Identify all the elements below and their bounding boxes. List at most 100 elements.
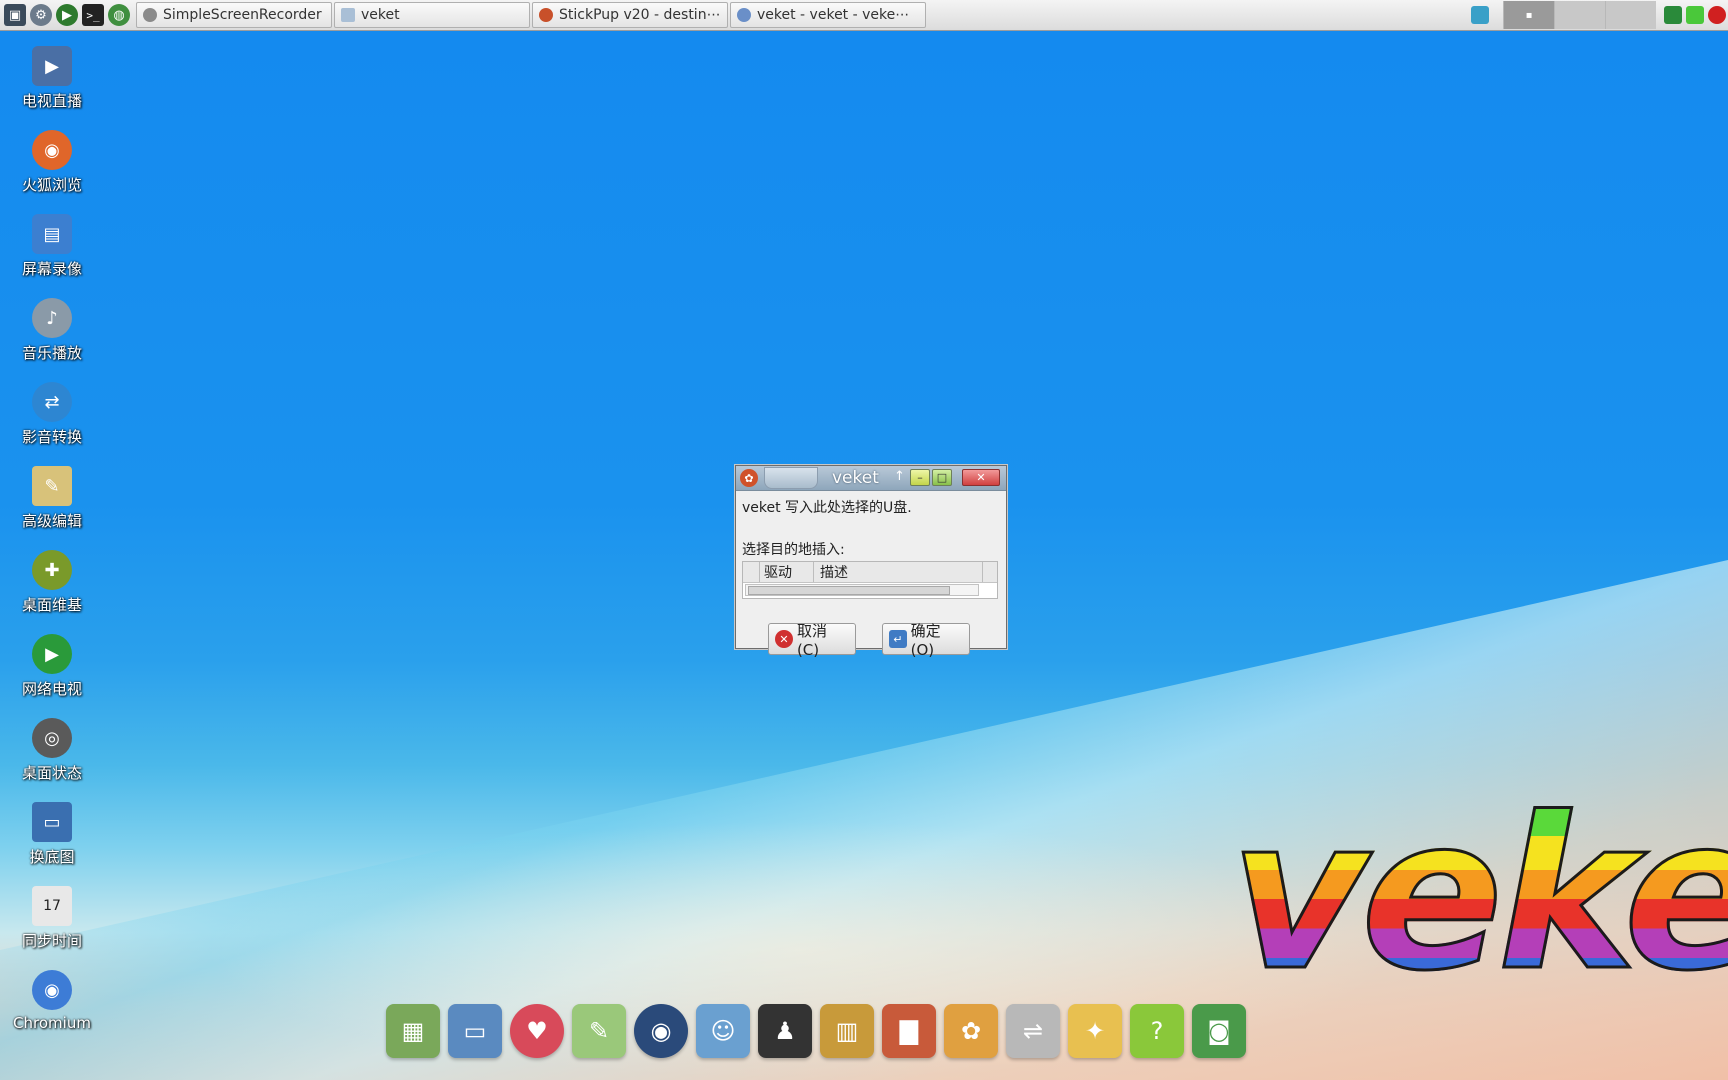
desktop-icon-sync-time[interactable]: 17 同步时间	[0, 886, 104, 970]
desktop-icon-label: 桌面维基	[21, 596, 82, 614]
task-label: veket	[361, 7, 400, 23]
horizontal-scrollbar[interactable]	[745, 584, 979, 596]
veket-logo: veke	[1229, 788, 1728, 1001]
task-veket-folder[interactable]: veket	[334, 2, 530, 28]
play-icon: ▶	[32, 634, 72, 674]
system-tray: ▪	[1469, 0, 1728, 30]
cancel-icon: ✕	[775, 630, 793, 648]
desktop-icon-label: 火狐浏览	[21, 176, 82, 194]
desktop-icon-label: Chromium	[13, 1014, 91, 1032]
task-label: StickPup v20 - destin⋯	[559, 7, 721, 23]
desktop-icon-label: 电视直播	[21, 92, 82, 110]
chart-icon[interactable]: ▇	[882, 1004, 936, 1058]
desktop-icon-media-convert[interactable]: ⇄ 影音转换	[0, 382, 104, 466]
column-description[interactable]: 描述	[814, 562, 982, 582]
desktop-icon-music[interactable]: ♪ 音乐播放	[0, 298, 104, 382]
stickpup-icon	[539, 8, 553, 22]
dialog-title: veket	[832, 468, 879, 488]
desktop-icon-chromium[interactable]: ◉ Chromium	[0, 970, 104, 1054]
scrollbar-thumb[interactable]	[748, 586, 950, 595]
desktop-icon-label: 影音转换	[21, 428, 82, 446]
status-icon: ◎	[32, 718, 72, 758]
desktop-icon-tv[interactable]: ▶ 电视直播	[0, 46, 104, 130]
ok-button[interactable]: ↵ 确定(O)	[882, 622, 970, 659]
drive-list[interactable]: 驱动 描述	[742, 561, 998, 599]
workspace-2[interactable]	[1554, 1, 1605, 29]
desktop-icon-screen-record[interactable]: ▤ 屏幕录像	[0, 214, 104, 298]
maximize-button[interactable]: □	[932, 469, 952, 486]
task-label: veket - veket - veke⋯	[757, 7, 910, 23]
dialog-titlebar[interactable]: ✿ veket ↑ – □ ✕	[736, 466, 1006, 491]
record-icon[interactable]	[1708, 6, 1726, 24]
editor-icon[interactable]: ✎	[572, 1004, 626, 1058]
task-list: SimpleScreenRecorder veket StickPup v20 …	[136, 2, 928, 28]
screen-record-icon: ▤	[32, 214, 72, 254]
desktop-icon-label: 网络电视	[21, 680, 82, 698]
cancel-label: 取消(C)	[796, 621, 827, 659]
penguin-icon[interactable]: ♟	[758, 1004, 812, 1058]
folder-icon	[341, 8, 355, 22]
book-icon[interactable]: ▥	[820, 1004, 874, 1058]
desktop-icon-label: 高级编辑	[21, 512, 82, 530]
usb-icon[interactable]: ⇌	[1006, 1004, 1060, 1058]
recorder-icon	[143, 8, 157, 22]
tv-icon: ▶	[32, 46, 72, 86]
enter-icon: ↵	[889, 630, 907, 648]
chromium-icon: ◉	[32, 970, 72, 1010]
play-icon[interactable]: ▶	[56, 4, 78, 26]
task-simplescreenrecorder[interactable]: SimpleScreenRecorder	[136, 2, 332, 28]
cancel-button[interactable]: ✕ 取消(C)	[768, 622, 856, 659]
desktop-icon-wallpaper[interactable]: ▭ 换底图	[0, 802, 104, 886]
dialog-prompt: 选择目的地插入:	[742, 542, 845, 558]
files-icon[interactable]: ▦	[386, 1004, 440, 1058]
settings-icon[interactable]: ⚙	[30, 4, 52, 26]
storage-icon[interactable]	[1686, 6, 1704, 24]
minimize-button[interactable]: –	[910, 469, 930, 486]
workspace-1[interactable]: ▪	[1503, 1, 1554, 29]
column-checkbox[interactable]	[743, 562, 760, 582]
paint-icon[interactable]: ✿	[944, 1004, 998, 1058]
desktop-icons: ▶ 电视直播 ◉ 火狐浏览 ▤ 屏幕录像 ♪ 音乐播放 ⇄ 影音转换 ✎ 高级编…	[0, 46, 104, 1054]
users-icon[interactable]: ☺	[696, 1004, 750, 1058]
camera-icon[interactable]: ◙	[1192, 1004, 1246, 1058]
veket-icon	[737, 8, 751, 22]
column-extra[interactable]	[982, 562, 997, 582]
workspace-3[interactable]	[1605, 1, 1656, 29]
computer-icon[interactable]: ▭	[448, 1004, 502, 1058]
task-stickpup[interactable]: StickPup v20 - destin⋯	[532, 2, 728, 28]
firefox-icon: ◉	[32, 130, 72, 170]
network-monitor-icon[interactable]	[1471, 6, 1489, 24]
desktop-icon-net-tv[interactable]: ▶ 网络电视	[0, 634, 104, 718]
titlebar-tab[interactable]	[764, 467, 818, 489]
stickpup-icon: ✿	[740, 469, 758, 487]
dock: ▦ ▭ ♥ ✎ ◉ ☺ ♟ ▥ ▇ ✿ ⇌ ✦ ? ◙	[386, 1002, 1246, 1058]
desktop-icon-status[interactable]: ◎ 桌面状态	[0, 718, 104, 802]
signal-icon[interactable]	[1664, 6, 1682, 24]
wiki-icon: ✚	[32, 550, 72, 590]
calendar-icon: 17	[32, 886, 72, 926]
desktop-icon-firefox[interactable]: ◉ 火狐浏览	[0, 130, 104, 214]
drive-list-header: 驱动 描述	[743, 562, 997, 583]
pet-icon[interactable]: ♥	[510, 1004, 564, 1058]
desktop-icon-label: 桌面状态	[21, 764, 82, 782]
dialog-message: veket 写入此处选择的U盘.	[742, 500, 912, 516]
task-veket-window[interactable]: veket - veket - veke⋯	[730, 2, 926, 28]
desktop-icon-label: 同步时间	[21, 932, 82, 950]
terminal-icon[interactable]: >_	[82, 4, 104, 26]
veket-app-icon[interactable]: ✦	[1068, 1004, 1122, 1058]
desktop-icon-label: 音乐播放	[21, 344, 82, 362]
desktop-icon-text-editor[interactable]: ✎ 高级编辑	[0, 466, 104, 550]
task-label: SimpleScreenRecorder	[163, 7, 322, 23]
veket-dialog: ✿ veket ↑ – □ ✕ veket 写入此处选择的U盘. 选择目的地插入…	[735, 465, 1007, 659]
help-icon[interactable]: ?	[1130, 1004, 1184, 1058]
close-button[interactable]: ✕	[962, 469, 1000, 486]
column-drive[interactable]: 驱动	[760, 562, 814, 582]
text-editor-icon: ✎	[32, 466, 72, 506]
wallpaper-icon: ▭	[32, 802, 72, 842]
desktop-icon-label: 换底图	[29, 848, 75, 866]
monitor-icon[interactable]: ▣	[4, 4, 26, 26]
desktop-icon-wiki[interactable]: ✚ 桌面维基	[0, 550, 104, 634]
globe-icon[interactable]: ◍	[108, 4, 130, 26]
media-player-icon[interactable]: ◉	[634, 1004, 688, 1058]
pin-icon[interactable]: ↑	[894, 469, 905, 484]
